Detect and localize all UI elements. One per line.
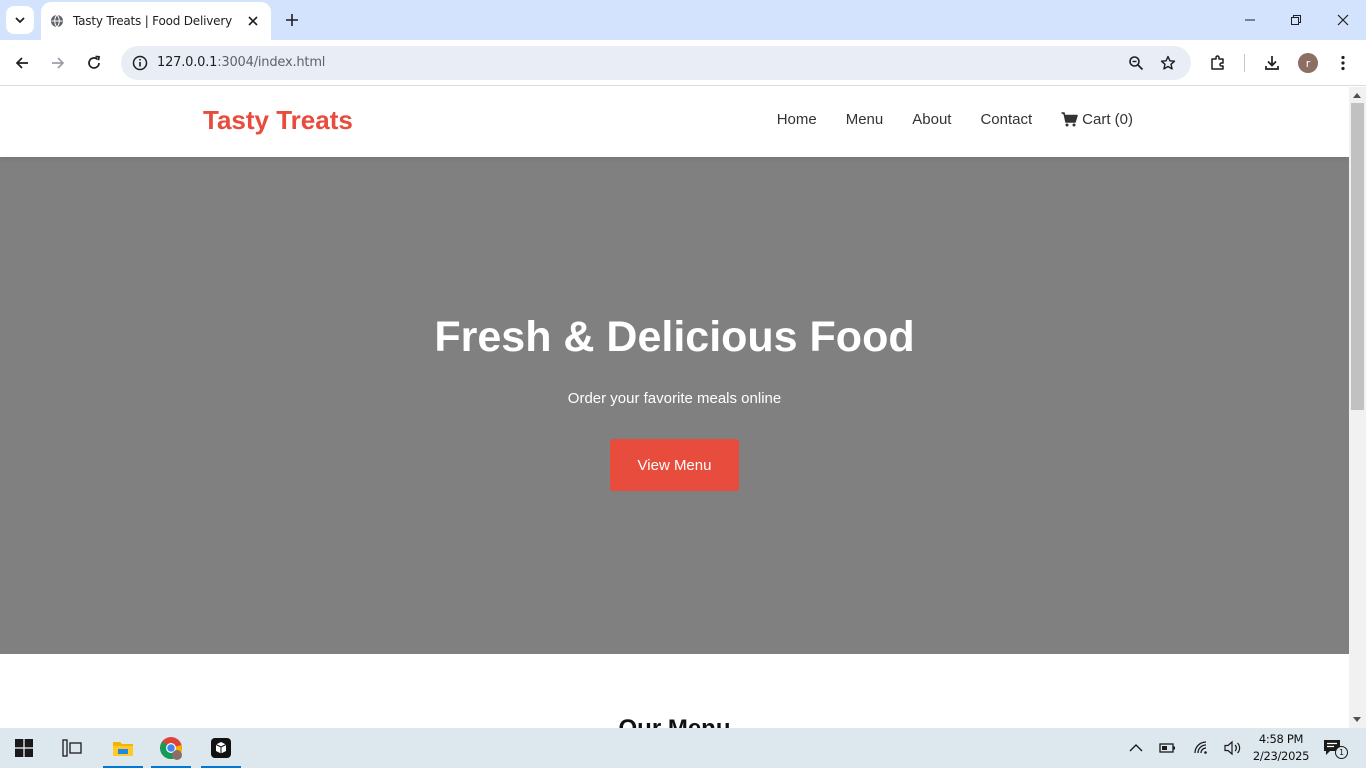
download-icon [1265, 56, 1279, 70]
network-status[interactable] [1192, 738, 1212, 758]
cart-link[interactable]: Cart (0) [1061, 111, 1133, 128]
battery-icon [1159, 743, 1175, 753]
system-clock[interactable]: 4:58 PM 2/23/2025 [1252, 731, 1310, 765]
restore-icon [1291, 15, 1301, 25]
task-view-icon [62, 739, 82, 757]
view-menu-button[interactable]: View Menu [610, 439, 739, 491]
address-bar[interactable]: 127.0.0.1:3004/index.html [121, 46, 1191, 80]
info-icon [132, 55, 148, 71]
volume-control[interactable] [1223, 738, 1243, 758]
taskbar-app[interactable] [199, 728, 243, 768]
bookmark-star-button[interactable] [1156, 51, 1180, 75]
speaker-icon [1224, 740, 1241, 756]
nav-link-contact[interactable]: Contact [980, 111, 1032, 128]
reload-button[interactable] [78, 47, 110, 79]
nav-link-menu[interactable]: Menu [846, 111, 884, 128]
url-path: :3004/index.html [217, 55, 326, 70]
extensions-button[interactable] [1202, 47, 1234, 79]
chevron-down-icon [15, 17, 25, 24]
close-window-button[interactable] [1320, 0, 1366, 40]
close-icon [1337, 14, 1349, 26]
tab-search-button[interactable] [6, 6, 34, 34]
toolbar-divider [1244, 54, 1245, 72]
menu-section-heading: Our Menu [0, 715, 1349, 728]
notification-center-button[interactable]: 1 [1323, 738, 1348, 759]
windows-taskbar: 4:58 PM 2/23/2025 1 [0, 728, 1366, 768]
scrollbar-thumb[interactable] [1351, 103, 1364, 410]
taskbar-chrome[interactable] [149, 728, 193, 768]
wifi-icon [1194, 741, 1207, 754]
browser-toolbar: 127.0.0.1:3004/index.html r [0, 40, 1366, 86]
arrow-right-icon [52, 57, 65, 69]
cart-label: Cart (0) [1082, 111, 1133, 128]
new-tab-button[interactable] [280, 8, 304, 32]
chevron-up-icon [1129, 744, 1143, 752]
zoom-icon [1129, 56, 1144, 71]
scroll-down-arrow-icon[interactable] [1353, 717, 1361, 722]
minimize-icon [1245, 19, 1255, 21]
browser-tab-active[interactable]: Tasty Treats | Food Delivery [41, 2, 271, 40]
back-button[interactable] [6, 47, 38, 79]
battery-status[interactable] [1158, 738, 1178, 758]
browser-tab-strip: Tasty Treats | Food Delivery [0, 0, 1366, 40]
minimize-window-button[interactable] [1227, 0, 1273, 40]
start-button[interactable] [2, 728, 46, 768]
clock-time: 4:58 PM [1258, 732, 1304, 746]
hero-section: Fresh & Delicious Food Order your favori… [0, 157, 1349, 654]
globe-icon [49, 13, 65, 29]
forward-button[interactable] [42, 47, 74, 79]
star-icon [1160, 55, 1176, 70]
puzzle-icon [1211, 55, 1224, 70]
tab-title: Tasty Treats | Food Delivery [73, 14, 232, 28]
more-vertical-icon [1341, 55, 1345, 71]
scroll-up-arrow-icon[interactable] [1353, 93, 1361, 98]
site-logo[interactable]: Tasty Treats [203, 105, 353, 136]
folder-icon [113, 742, 133, 756]
browser-menu-button[interactable] [1327, 47, 1359, 79]
show-hidden-icons-button[interactable] [1126, 738, 1146, 758]
main-nav: Home Menu About Contact Cart (0) [777, 111, 1133, 128]
windows-logo-icon [15, 739, 33, 757]
taskbar-file-explorer[interactable] [101, 728, 145, 768]
restore-window-button[interactable] [1273, 0, 1319, 40]
nav-link-home[interactable]: Home [777, 111, 817, 128]
reload-icon [88, 55, 100, 69]
arrow-left-icon [15, 57, 28, 69]
zoom-button[interactable] [1124, 51, 1148, 75]
nav-link-about[interactable]: About [912, 111, 951, 128]
notification-count-badge: 1 [1335, 746, 1348, 759]
chrome-icon [160, 737, 182, 760]
task-view-button[interactable] [50, 728, 94, 768]
url-text[interactable]: 127.0.0.1:3004/index.html [157, 55, 325, 70]
site-header: Tasty Treats Home Menu About Contact Car… [0, 87, 1349, 157]
close-tab-icon[interactable] [245, 13, 261, 29]
app-cube-icon [211, 738, 231, 758]
page-scrollbar[interactable] [1349, 87, 1366, 728]
shopping-cart-icon [1061, 112, 1078, 127]
site-info-button[interactable] [127, 50, 153, 76]
hero-title: Fresh & Delicious Food [434, 313, 915, 361]
profile-avatar[interactable]: r [1298, 53, 1318, 73]
plus-icon [286, 14, 298, 26]
clock-date: 2/23/2025 [1252, 749, 1310, 763]
url-host: 127.0.0.1 [157, 55, 218, 70]
hero-subtitle: Order your favorite meals online [567, 390, 782, 407]
page-viewport: Tasty Treats Home Menu About Contact Car… [0, 87, 1349, 728]
downloads-button[interactable] [1256, 47, 1288, 79]
